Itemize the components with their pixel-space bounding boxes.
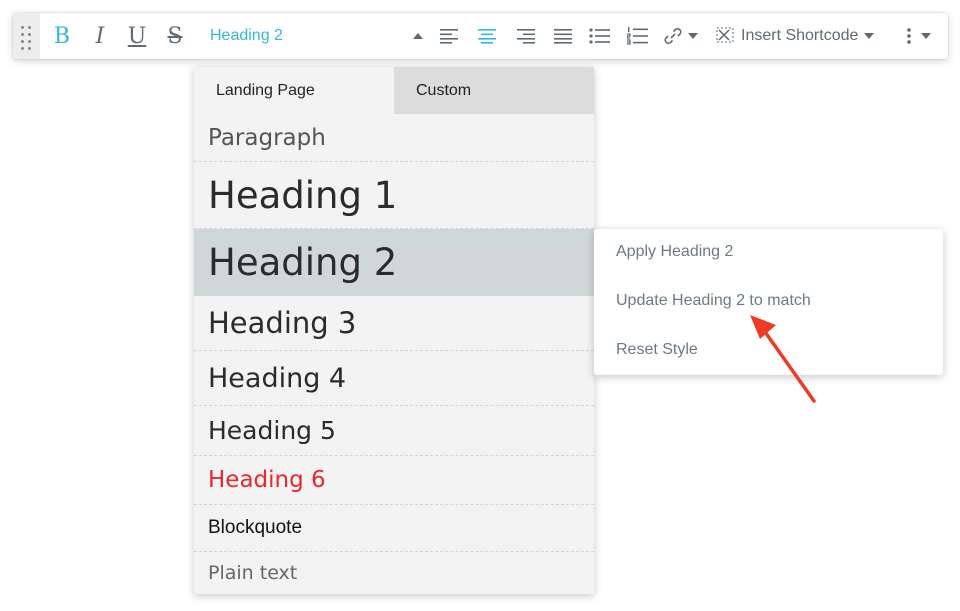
annotation-arrow <box>750 315 816 403</box>
